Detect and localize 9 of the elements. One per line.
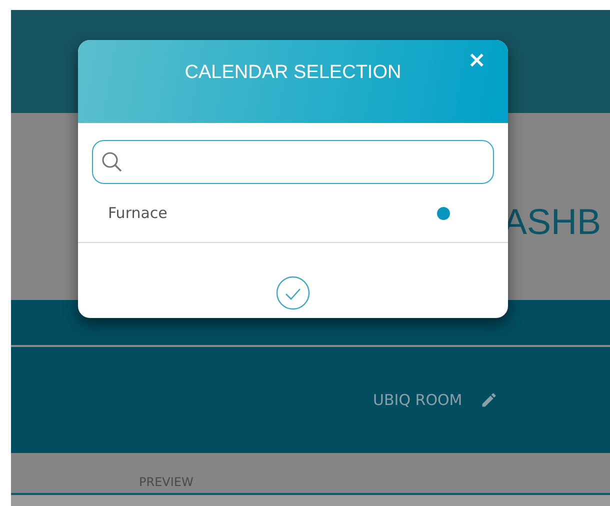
confirm-button[interactable]: [276, 276, 310, 310]
search-icon: [101, 151, 123, 173]
dialog-title: CALENDAR SELECTION: [184, 62, 402, 85]
dashboard-heading: ASHB: [503, 200, 602, 242]
calendar-item[interactable]: Furnace: [108, 204, 168, 222]
column-header: PREVIEW: [139, 475, 194, 489]
search-field[interactable]: [92, 140, 494, 184]
room-name: UBIQ ROOM: [373, 391, 462, 409]
edit-icon[interactable]: [480, 391, 498, 409]
